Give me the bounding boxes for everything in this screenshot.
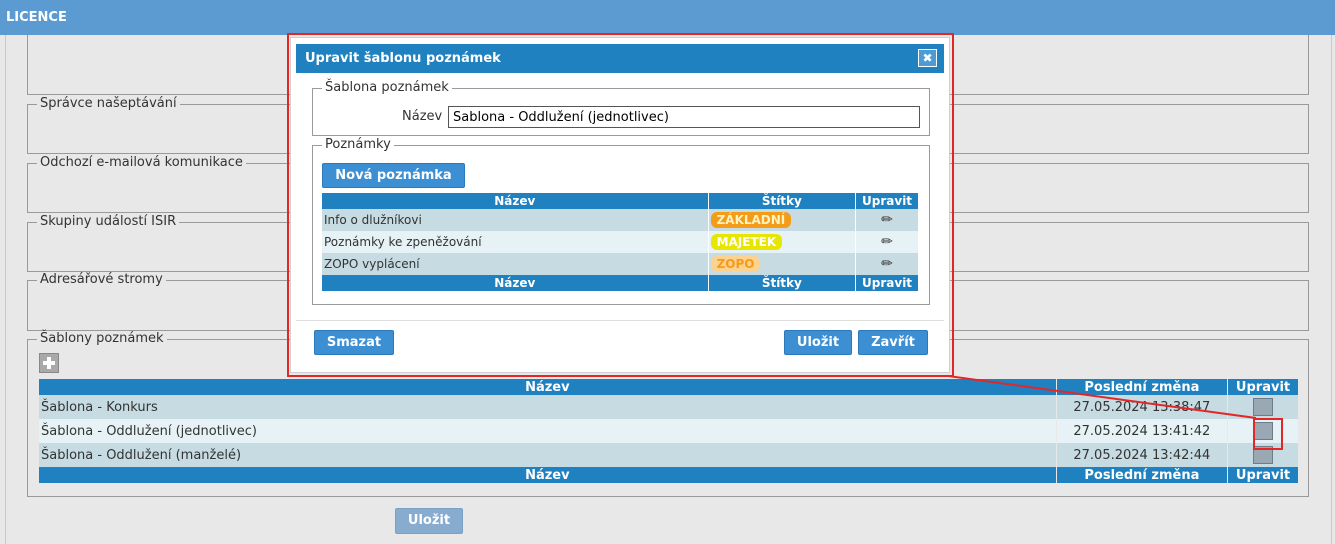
hand-icon[interactable] xyxy=(1253,398,1274,416)
col-footer-edit: Upravit xyxy=(1227,467,1299,483)
legend-address-trees: Adresářové stromy xyxy=(37,272,166,288)
legend-suggest-admin: Správce našeptávání xyxy=(37,96,180,112)
col-footer-name: Název xyxy=(39,467,1057,483)
table-row[interactable]: Šablona - Oddlužení (jednotlivec) 27.05.… xyxy=(39,419,1299,443)
template-name: Šablona - Konkurs xyxy=(39,395,1057,419)
template-last-change: 27.05.2024 13:38:47 xyxy=(1056,395,1229,419)
templates-table: Název Poslední změna Upravit Šablona - K… xyxy=(39,379,1299,483)
save-button[interactable]: Uložit xyxy=(395,508,463,534)
legend-isir-groups: Skupiny událostí ISIR xyxy=(37,214,180,230)
app-topbar: LICENCE xyxy=(0,0,1335,35)
add-template-button[interactable] xyxy=(39,353,59,373)
table-row[interactable]: Šablona - Oddlužení (manželé) 27.05.2024… xyxy=(39,443,1299,467)
legend-email: Odchozí e-mailová komunikace xyxy=(37,155,246,171)
highlight-edit-row xyxy=(1253,418,1283,450)
template-last-change: 27.05.2024 13:41:42 xyxy=(1056,419,1229,443)
col-header-name[interactable]: Název xyxy=(39,379,1057,395)
legend-note-templates: Šablony poznámek xyxy=(37,331,167,347)
template-name: Šablona - Oddlužení (jednotlivec) xyxy=(39,419,1057,443)
edit-cell xyxy=(1227,395,1299,419)
plus-icon xyxy=(43,357,55,369)
app-title: LICENCE xyxy=(6,10,67,25)
template-last-change: 27.05.2024 13:42:44 xyxy=(1056,443,1229,467)
col-footer-last-change: Poslední změna xyxy=(1056,467,1229,483)
col-header-edit: Upravit xyxy=(1227,379,1299,395)
template-name: Šablona - Oddlužení (manželé) xyxy=(39,443,1057,467)
highlight-dialog xyxy=(287,33,954,377)
col-header-last-change[interactable]: Poslední změna xyxy=(1056,379,1229,395)
table-row[interactable]: Šablona - Konkurs 27.05.2024 13:38:47 xyxy=(39,395,1299,419)
